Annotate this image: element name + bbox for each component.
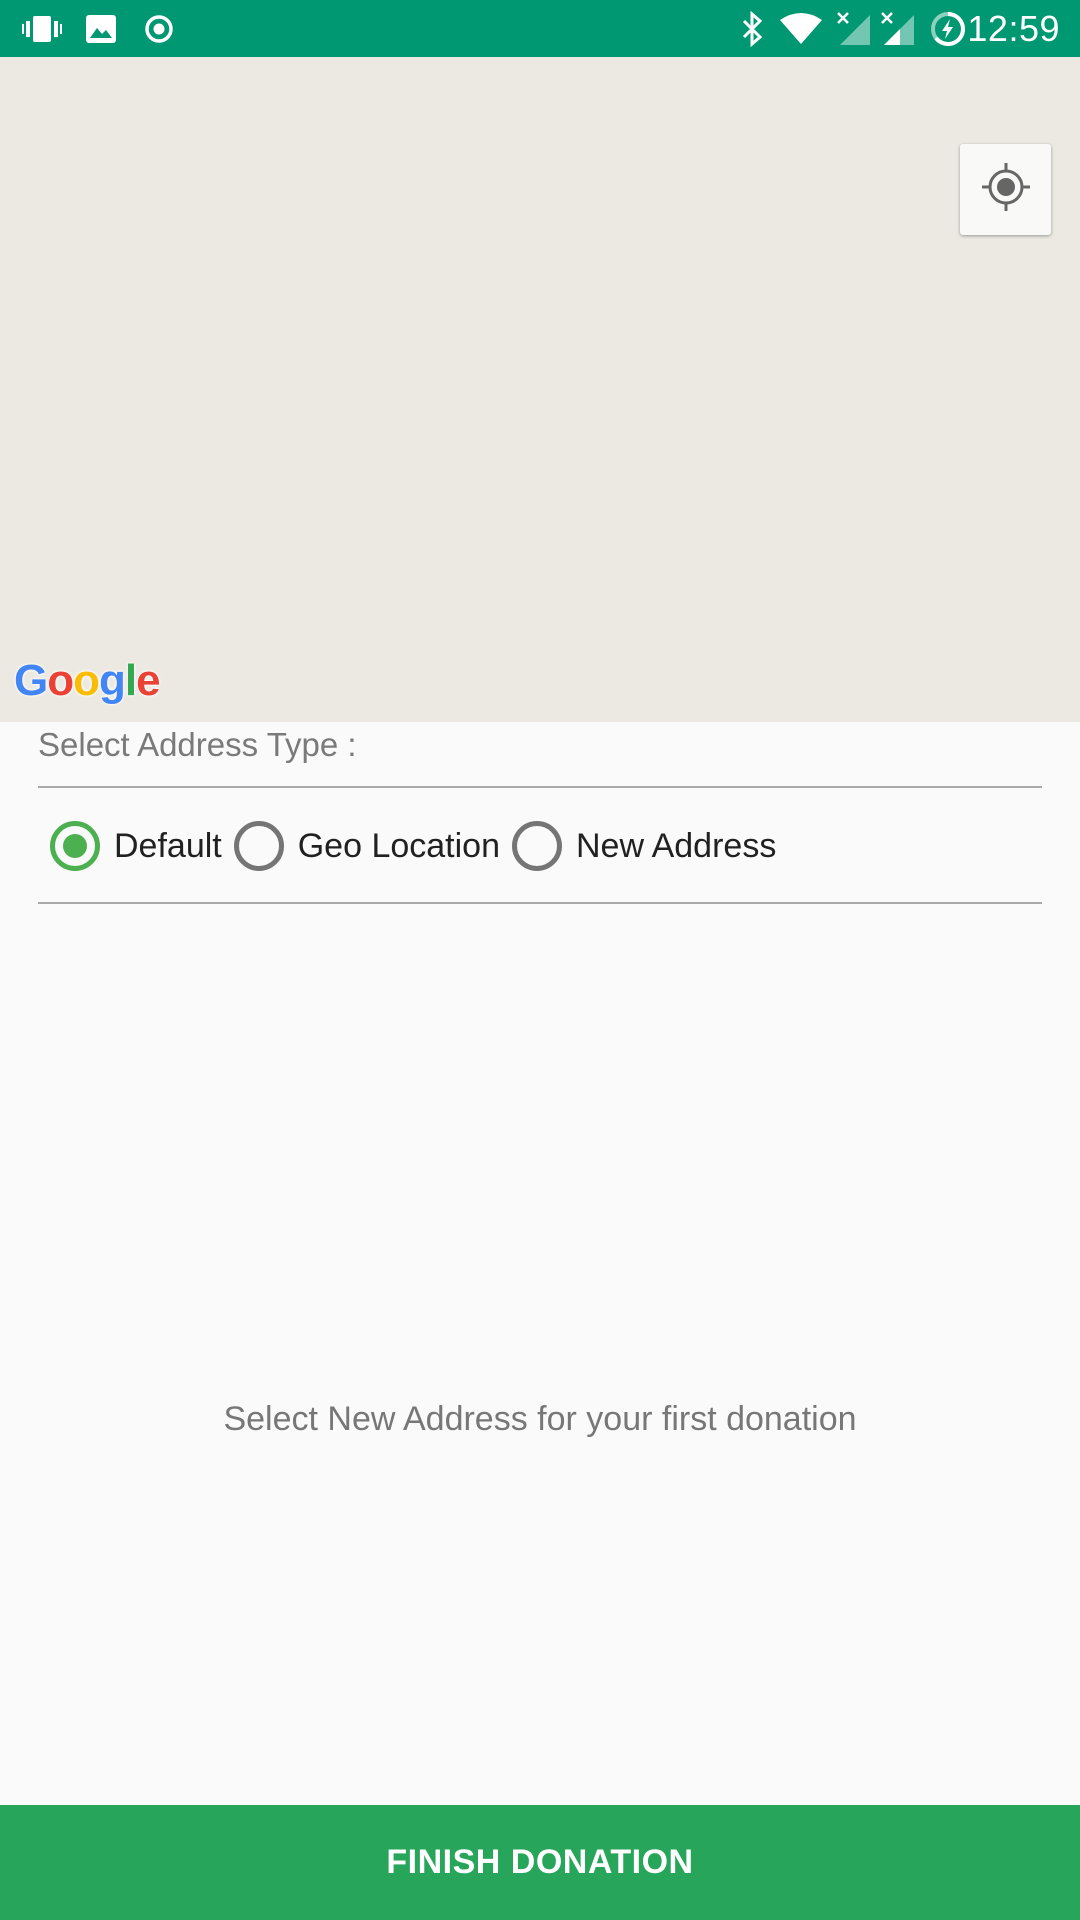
- address-type-label: Select Address Type :: [38, 726, 357, 763]
- battery-charging-icon: [930, 0, 966, 57]
- wifi-icon: [778, 0, 824, 57]
- finish-donation-button[interactable]: FINISH DONATION: [0, 1805, 1080, 1920]
- address-type-radio-group: Default Geo Location New Address: [50, 820, 788, 872]
- vibrate-icon: [22, 0, 62, 57]
- image-icon: [85, 0, 117, 57]
- radio-label: Default: [114, 826, 222, 865]
- divider: [38, 902, 1042, 904]
- radio-checked-icon[interactable]: [50, 821, 100, 871]
- radio-geo-location[interactable]: Geo Location: [233, 820, 500, 872]
- map-view[interactable]: [0, 57, 1080, 722]
- screen: 12:59 Google Select Address Type : Defau…: [0, 0, 1080, 1920]
- bluetooth-icon: [738, 0, 768, 57]
- info-message: Select New Address for your first donati…: [223, 1400, 857, 1438]
- radio-unchecked-icon[interactable]: [512, 821, 562, 871]
- my-location-icon: [978, 159, 1034, 220]
- status-bar: 12:59: [0, 0, 1080, 57]
- record-icon: [143, 0, 175, 57]
- signal-1-icon: [836, 0, 872, 57]
- my-location-button[interactable]: [960, 144, 1051, 235]
- radio-unchecked-icon[interactable]: [233, 821, 284, 871]
- signal-2-icon: [880, 0, 916, 57]
- google-logo: Google: [14, 656, 161, 705]
- radio-default[interactable]: Default: [50, 820, 222, 872]
- divider: [38, 786, 1042, 788]
- status-time: 12:59: [967, 8, 1060, 49]
- radio-label: New Address: [576, 826, 777, 865]
- radio-label: Geo Location: [297, 826, 500, 865]
- radio-new-address[interactable]: New Address: [512, 820, 776, 872]
